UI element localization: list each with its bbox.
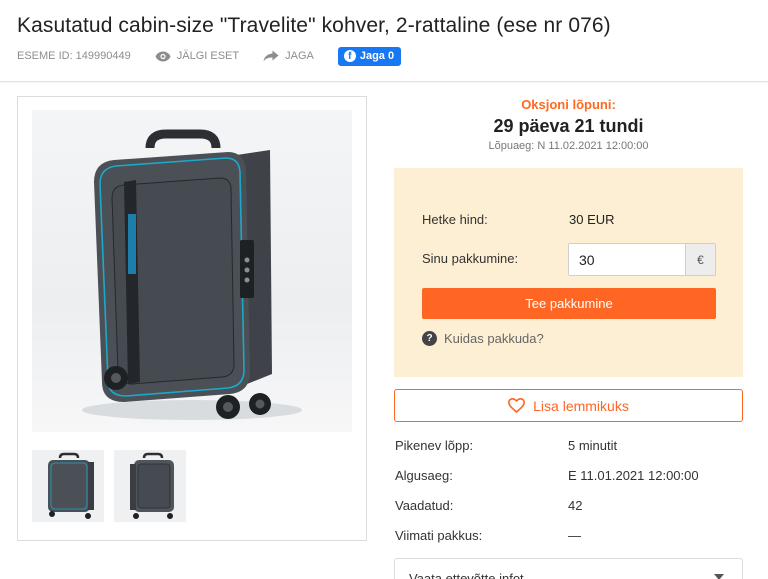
image-gallery — [17, 96, 367, 541]
auction-deadline: Lõpuaeg: N 11.02.2021 12:00:00 — [488, 140, 649, 152]
main-product-image[interactable] — [32, 110, 352, 432]
seller-info-toggle[interactable]: Vaata ettevõtte infot — [394, 558, 743, 579]
how-to-bid-label: Kuidas pakkuda? — [444, 331, 544, 346]
suitcase-thumbnail-side — [130, 452, 174, 519]
place-bid-button[interactable]: Tee pakkumine — [422, 288, 716, 319]
facebook-share-label: Jaga 0 — [359, 50, 395, 62]
thumbnail-image[interactable] — [114, 450, 186, 522]
share-label: JAGA — [285, 50, 314, 62]
item-id-text: ESEME ID: 149990449 — [17, 50, 131, 62]
detail-value: 42 — [568, 498, 583, 513]
detail-value: E 11.01.2021 12:00:00 — [568, 468, 699, 483]
share-arrow-icon — [263, 50, 279, 62]
chevron-down-icon — [714, 574, 724, 579]
thumbnail-image[interactable] — [32, 450, 104, 522]
bid-amount-group: € — [568, 243, 716, 276]
detail-key: Viimati pakkus: — [395, 528, 483, 543]
detail-key: Algusaeg: — [395, 468, 453, 483]
share-button[interactable]: JAGA — [263, 50, 314, 62]
currency-suffix: € — [685, 244, 715, 275]
item-content: Oksjoni lõpuni: 29 päeva 21 tundi Lõpuae… — [0, 83, 768, 579]
detail-value: 5 minutit — [568, 438, 618, 453]
auction-timer: Oksjoni lõpuni: 29 päeva 21 tundi Lõpuae… — [394, 97, 743, 152]
how-to-bid-link[interactable]: ? Kuidas pakkuda? — [422, 331, 544, 346]
detail-value: — — [568, 528, 581, 543]
detail-key: Vaadatud: — [395, 498, 454, 513]
suitcase-thumbnail-front — [48, 452, 94, 519]
facebook-share-button[interactable]: f Jaga 0 — [337, 46, 402, 66]
facebook-icon: f — [343, 50, 356, 62]
auction-countdown: 29 päeva 21 tundi — [493, 116, 644, 136]
question-icon: ? — [422, 331, 437, 346]
item-id: ESEME ID: 149990449 — [17, 50, 131, 62]
page-title: Kasutatud cabin-size "Travelite" kohver,… — [17, 14, 611, 37]
bid-panel: Hetke hind: 30 EUR Sinu pakkumine: € Tee… — [394, 168, 743, 377]
add-to-favourites-button[interactable]: Lisa lemmikuks — [394, 389, 743, 422]
suitcase-illustration — [82, 129, 302, 420]
follow-item-button[interactable]: JÄLGI ESET — [155, 50, 239, 62]
follow-item-label: JÄLGI ESET — [176, 50, 240, 62]
auction-ends-label: Oksjoni lõpuni: — [521, 97, 616, 112]
eye-icon — [155, 51, 171, 61]
heart-icon — [508, 398, 526, 413]
add-to-favourites-label: Lisa lemmikuks — [533, 397, 629, 414]
item-meta-bar: ESEME ID: 149990449 JÄLGI ESET JAGA f Ja… — [17, 46, 402, 66]
your-bid-label: Sinu pakkumine: — [422, 251, 519, 266]
seller-info-label: Vaata ettevõtte infot — [409, 571, 524, 579]
bid-amount-input[interactable] — [569, 244, 685, 275]
current-price-value: 30 EUR — [569, 212, 615, 227]
detail-key: Pikenev lõpp: — [395, 438, 474, 453]
current-price-label: Hetke hind: — [422, 212, 488, 227]
item-header: Kasutatud cabin-size "Travelite" kohver,… — [0, 0, 768, 82]
